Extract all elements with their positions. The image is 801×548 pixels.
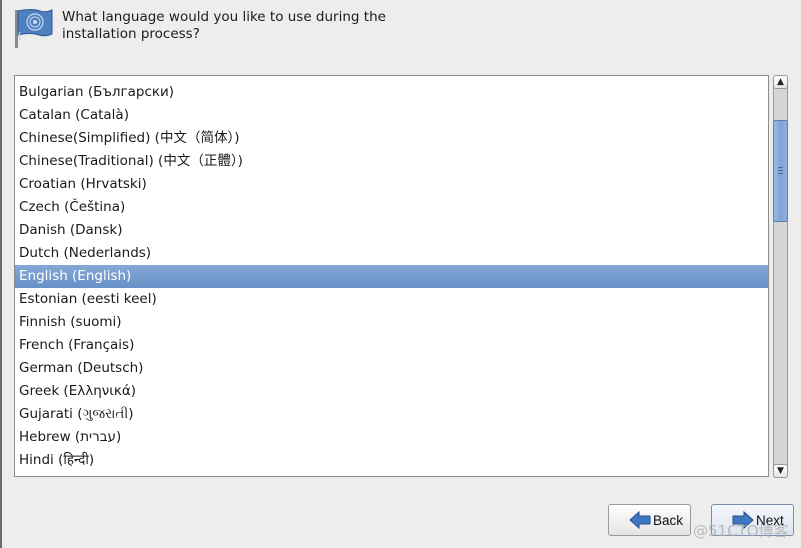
list-item[interactable]: Finnish (suomi) [15,311,768,334]
list-item[interactable]: French (Français) [15,334,768,357]
back-button-label: Back [653,512,684,528]
vertical-scrollbar[interactable]: ▲ ▼ [773,75,788,478]
chevron-down-icon: ▼ [777,466,784,476]
scroll-up-button[interactable]: ▲ [773,75,788,89]
list-item[interactable]: Danish (Dansk) [15,219,768,242]
window-edge [0,0,2,548]
scrollbar-thumb[interactable] [773,120,788,222]
language-list[interactable]: Bulgarian (Български) Catalan (Català) Chi… [14,75,769,477]
list-item[interactable]: Gujarati (ગુજરાતી) [15,403,768,426]
list-item[interactable]: Czech (Čeština) [15,196,768,219]
arrow-left-icon [629,510,651,530]
list-item[interactable]: Hindi (हिन्दी) [15,449,768,472]
list-item-selected[interactable]: English (English) [15,265,768,288]
list-item[interactable]: Greek (Ελληνικά) [15,380,768,403]
list-item[interactable]: Estonian (eesti keel) [15,288,768,311]
list-item[interactable]: Bulgarian (Български) [15,81,768,104]
list-item[interactable]: German (Deutsch) [15,357,768,380]
list-item[interactable]: Dutch (Nederlands) [15,242,768,265]
list-item[interactable]: Hebrew (עברית) [15,426,768,449]
list-item[interactable]: Chinese(Traditional) (中文（正體）) [15,150,768,173]
chevron-up-icon: ▲ [777,77,784,87]
grip-icon [778,167,783,174]
list-item[interactable]: Catalan (Català) [15,104,768,127]
list-item[interactable]: Chinese(Simplified) (中文（简体）) [15,127,768,150]
back-button[interactable]: Back [608,504,691,536]
watermark: @51CTO博客 [693,522,789,540]
flag-icon [15,9,53,48]
page-question: What language would you like to use duri… [62,9,386,42]
scroll-down-button[interactable]: ▼ [773,464,788,478]
list-item[interactable]: Croatian (Hrvatski) [15,173,768,196]
